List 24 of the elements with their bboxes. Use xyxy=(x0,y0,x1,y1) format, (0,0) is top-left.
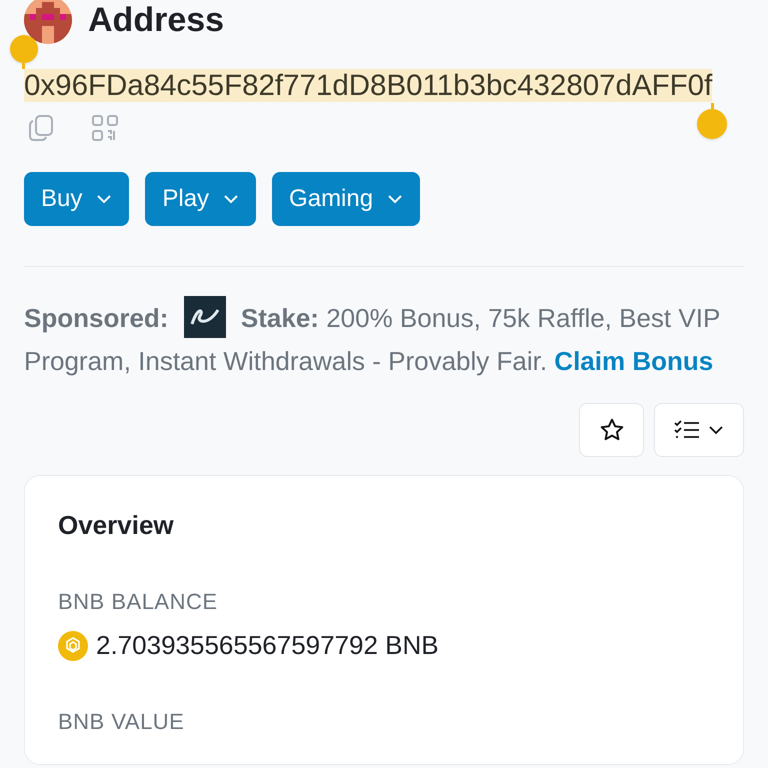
chevron-down-icon xyxy=(223,194,240,204)
field-label: BNB VALUE xyxy=(58,708,186,736)
avatar-icon xyxy=(24,0,72,44)
dropdown-button[interactable]: Buy xyxy=(24,172,130,226)
chevron-down-icon xyxy=(96,194,112,204)
field-label: BNB BALANCE xyxy=(58,588,219,616)
selection-handle[interactable] xyxy=(696,103,728,139)
balance-value: 2.703935565567597792 BNB xyxy=(96,629,439,662)
checklist-dropdown-button[interactable] xyxy=(654,403,744,457)
checklist-icon xyxy=(674,419,700,441)
stake-logo-icon xyxy=(184,296,226,338)
selection-handle[interactable] xyxy=(8,35,39,69)
chevron-down-icon xyxy=(708,425,724,435)
address-text[interactable]: 0x96FDa84c55F82f771dD8B011b3bc432807dAFF0f xyxy=(24,69,712,102)
dropdown-button[interactable]: Play xyxy=(145,172,256,226)
chevron-down-icon xyxy=(387,194,404,204)
coin-icon xyxy=(58,630,88,660)
page-title: Address xyxy=(88,0,224,40)
favorite-button[interactable] xyxy=(579,403,644,457)
claim-bonus-link[interactable]: Claim Bonus xyxy=(554,346,714,376)
sponsored-label: Sponsored: xyxy=(24,303,168,333)
star-icon xyxy=(598,417,624,443)
dropdown-button[interactable]: Gaming xyxy=(272,172,420,226)
card-title: Overview xyxy=(58,509,175,542)
